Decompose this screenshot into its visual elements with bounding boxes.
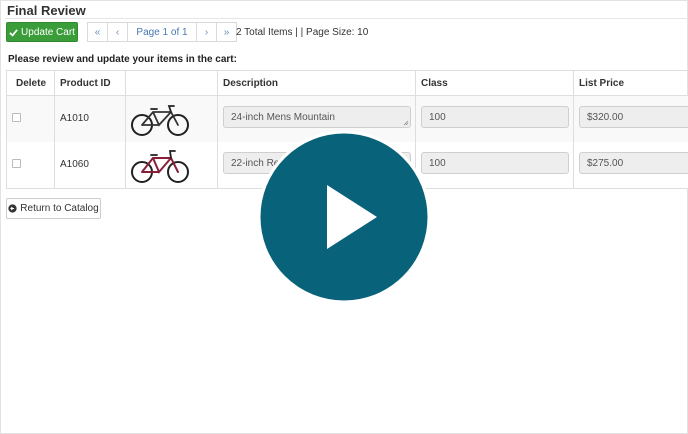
return-to-catalog-button[interactable]: Return to Catalog: [6, 198, 101, 219]
pager-first-button[interactable]: «: [87, 22, 108, 42]
title-divider: [5, 18, 688, 19]
update-cart-label: Update Cart: [21, 26, 75, 38]
return-to-catalog-label: Return to Catalog: [20, 203, 99, 214]
header-list-price: List Price: [579, 77, 625, 89]
column-divider: [54, 71, 55, 189]
pager-prev-button[interactable]: ‹: [107, 22, 128, 42]
header-description: Description: [223, 77, 279, 89]
product-id: A1060: [60, 159, 89, 170]
header-product-id: Product ID: [60, 77, 111, 89]
bike-image: [131, 150, 189, 183]
column-divider: [573, 71, 574, 189]
delete-checkbox[interactable]: [12, 113, 21, 122]
description-field[interactable]: 24-inch Mens Mountain: [223, 106, 411, 128]
product-id: A1010: [60, 113, 89, 124]
pager: « ‹ Page 1 of 1 › »: [87, 22, 237, 42]
table-header: Delete Product ID Description Class List…: [7, 71, 688, 96]
column-divider: [125, 71, 126, 189]
bike-image: [131, 105, 189, 136]
update-cart-button[interactable]: Update Cart: [6, 22, 78, 42]
header-class: Class: [421, 77, 448, 89]
pager-last-button[interactable]: »: [216, 22, 237, 42]
class-field[interactable]: 100: [421, 152, 569, 174]
delete-checkbox[interactable]: [12, 159, 21, 168]
description-value: 24-inch Mens Mountain: [231, 111, 335, 123]
video-play-button[interactable]: [257, 130, 431, 304]
instructions-text: Please review and update your items in t…: [8, 54, 237, 65]
pager-info: 2 Total Items | | Page Size: 10: [236, 27, 369, 38]
page-title: Final Review: [7, 3, 86, 18]
list-price-field[interactable]: $320.00: [579, 106, 688, 128]
arrow-circle-left-icon: [8, 204, 17, 213]
header-delete: Delete: [16, 77, 47, 89]
class-field[interactable]: 100: [421, 106, 569, 128]
pager-next-button[interactable]: ›: [196, 22, 217, 42]
column-divider: [217, 71, 218, 189]
list-price-field[interactable]: $275.00: [579, 152, 688, 174]
checkmark-icon: [9, 28, 18, 37]
resize-grip-icon[interactable]: [403, 120, 409, 126]
pager-page-label[interactable]: Page 1 of 1: [127, 22, 197, 42]
